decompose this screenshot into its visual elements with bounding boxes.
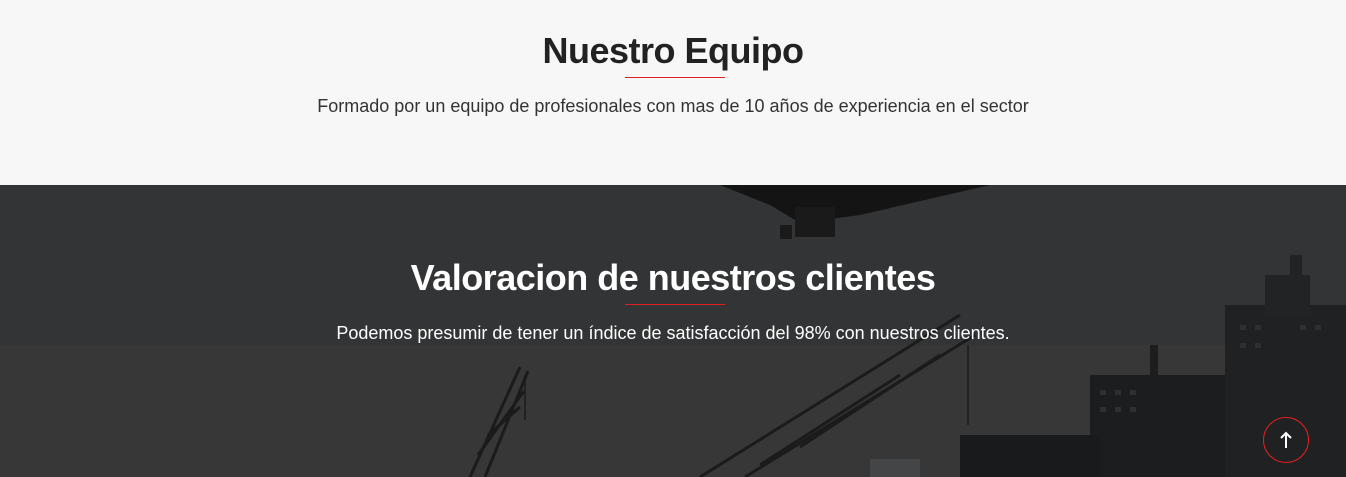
reviews-title-underline bbox=[625, 304, 725, 305]
team-subtitle: Formado por un equipo de profesionales c… bbox=[317, 96, 1029, 116]
team-title: Nuestro Equipo bbox=[542, 30, 805, 71]
arrow-up-icon bbox=[1280, 431, 1292, 448]
reviews-section: Valoracion de nuestros clientes Podemos … bbox=[0, 185, 1346, 477]
back-to-top-button[interactable] bbox=[1263, 417, 1309, 463]
reviews-title: Valoracion de nuestros clientes bbox=[410, 257, 936, 298]
team-section: Nuestro Equipo Formado por un equipo de … bbox=[0, 0, 1346, 185]
team-title-underline bbox=[625, 77, 725, 78]
reviews-subtitle: Podemos presumir de tener un índice de s… bbox=[336, 323, 1010, 343]
